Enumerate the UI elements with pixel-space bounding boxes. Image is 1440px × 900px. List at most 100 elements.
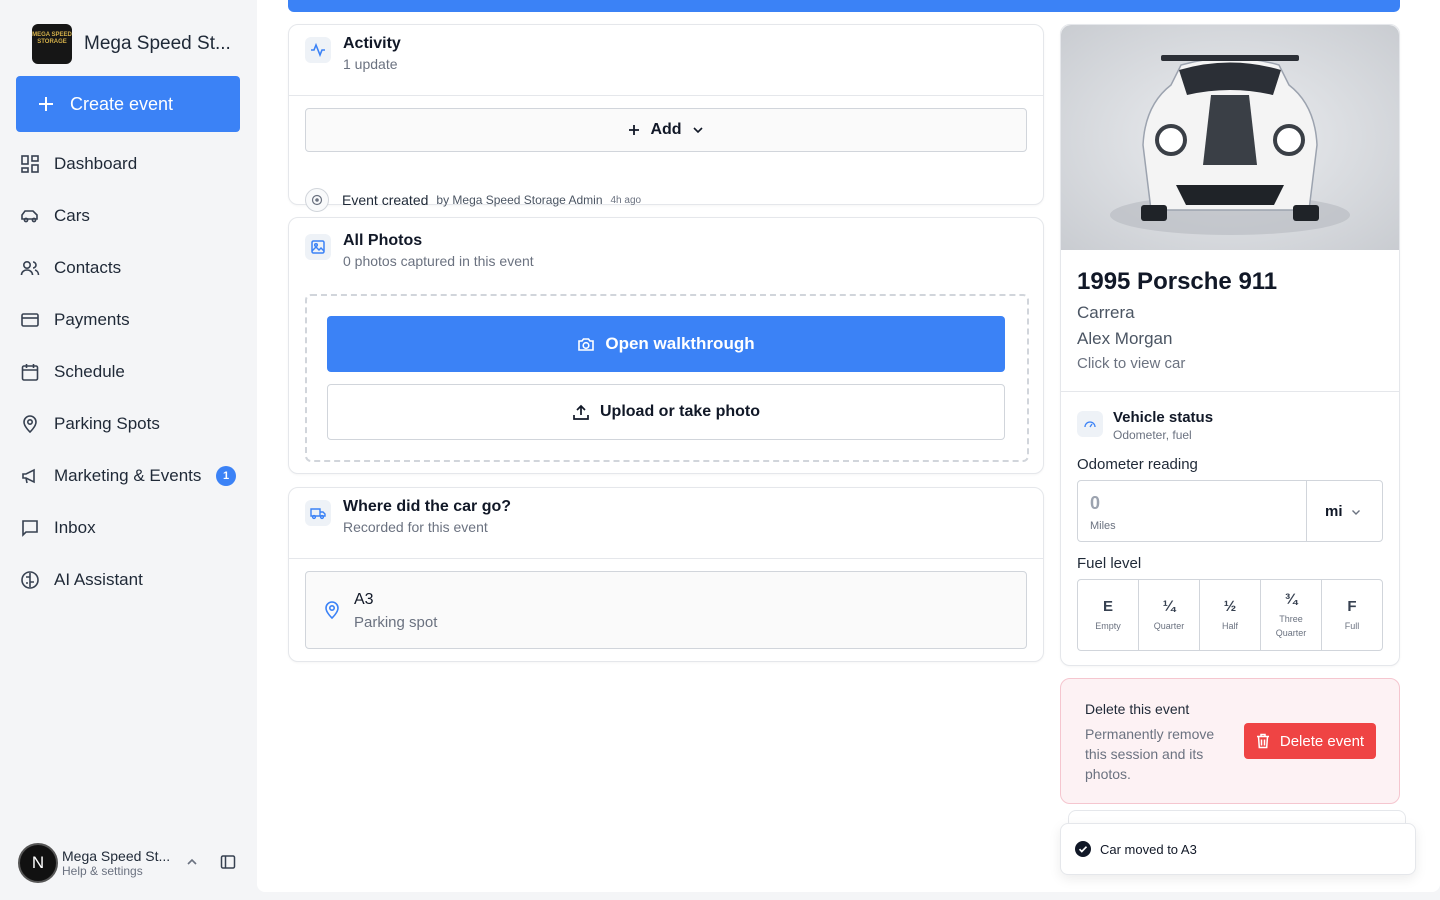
chevron-down-icon <box>692 127 703 134</box>
event-label: Event created <box>342 192 429 208</box>
sidebar-item-label: Marketing & Events <box>54 466 202 485</box>
upload-photo-button[interactable]: Upload or take photo <box>327 384 1005 440</box>
delete-event-button[interactable]: Delete event <box>1244 723 1376 759</box>
fuel-name: Empty <box>1095 620 1121 631</box>
delete-event-section: Delete this event Permanently remove thi… <box>1060 678 1400 804</box>
activity-event-row: Event created by Mega Speed Storage Admi… <box>305 188 641 212</box>
odometer-label: Odometer reading <box>1077 456 1198 473</box>
location-header: Where did the car go? Recorded for this … <box>305 498 511 535</box>
create-event-label: Create event <box>70 93 174 114</box>
user-name: Mega Speed St... <box>62 848 171 864</box>
message-square-icon <box>22 520 38 537</box>
fuel-option-quarter[interactable]: ¼ Quarter <box>1139 580 1200 650</box>
sidebar-item-label: Cars <box>54 206 90 225</box>
view-car-link[interactable]: Click to view car <box>1077 355 1185 372</box>
fuel-option-full[interactable]: F Full <box>1322 580 1382 650</box>
plus-icon <box>39 97 53 111</box>
user-info: Mega Speed St... Help & settings <box>62 848 174 878</box>
activity-icon <box>305 37 331 63</box>
activity-card: Activity 1 update Add Event created by M… <box>288 24 1044 212</box>
parking-spot-card[interactable]: A3 Parking spot <box>305 571 1027 649</box>
upload-label: Upload or take photo <box>600 403 760 420</box>
chevron-down-icon <box>1351 509 1360 515</box>
sidebar-item-inbox[interactable]: Inbox <box>16 502 240 554</box>
avatar: N <box>18 843 58 883</box>
fuel-name: Full <box>1344 620 1360 631</box>
delete-description: Permanently remove this session and its … <box>1085 726 1215 782</box>
user-menu[interactable]: N Mega Speed St... Help & settings <box>18 842 240 884</box>
fuel-option-empty[interactable]: E Empty <box>1078 580 1139 650</box>
divider <box>289 95 1043 96</box>
photos-header: All Photos 0 photos captured in this eve… <box>305 232 534 269</box>
sidebar-item-payments[interactable]: Payments <box>16 294 240 346</box>
calendar-icon <box>21 364 39 381</box>
sidebar-item-label: Contacts <box>54 258 122 277</box>
open-walkthrough-button[interactable]: Open walkthrough <box>327 316 1005 372</box>
location-card: Where did the car go? Recorded for this … <box>288 487 1044 662</box>
photos-subtitle: 0 photos captured in this event <box>343 253 534 269</box>
sidebar-item-contacts[interactable]: Contacts <box>16 242 240 294</box>
brand-name: Mega Speed St... <box>84 33 231 54</box>
credit-card-icon <box>21 313 39 327</box>
odometer-input[interactable]: 0 <box>1090 493 1100 514</box>
vehicle-status-header: Vehicle status Odometer, fuel <box>1077 409 1213 442</box>
truck-icon <box>305 500 331 526</box>
event-time: 4h ago <box>610 194 642 206</box>
odometer-field[interactable]: 0 Miles mi <box>1077 480 1383 542</box>
walkthrough-label: Open walkthrough <box>605 334 755 353</box>
fuel-label: Fuel level <box>1077 555 1142 572</box>
activity-header: Activity 1 update <box>305 35 401 72</box>
vehicle-status-title: Vehicle status <box>1113 409 1214 426</box>
sidebar-item-cars[interactable]: Cars <box>16 190 240 242</box>
unit-select[interactable]: mi <box>1325 503 1361 520</box>
sidebar: MEGA SPEED STORAGE Mega Speed St... Crea… <box>0 0 256 900</box>
top-banner[interactable] <box>288 0 1400 12</box>
divider <box>289 558 1043 559</box>
fuel-symbol: E <box>1102 597 1113 615</box>
upload-icon <box>573 404 589 420</box>
photos-title: All Photos <box>343 232 423 249</box>
brand-logo: MEGA SPEED STORAGE <box>32 24 72 64</box>
map-pin-icon <box>325 601 339 620</box>
add-dropdown-button[interactable]: Add <box>305 108 1027 152</box>
user-subtitle: Help & settings <box>62 864 143 878</box>
car-photo[interactable] <box>1061 25 1399 250</box>
fuel-level-selector: E Empty ¼ Quarter ½ Half ¾ Three Quarter… <box>1077 579 1383 651</box>
sidebar-item-label: Parking Spots <box>54 414 160 433</box>
photos-card: All Photos 0 photos captured in this eve… <box>288 217 1044 474</box>
divider <box>1061 391 1399 392</box>
image-icon <box>305 234 331 260</box>
sidebar-toggle-icon[interactable] <box>220 854 236 870</box>
chevron-up-icon[interactable] <box>186 856 198 868</box>
sidebar-item-label: AI Assistant <box>54 570 143 589</box>
brand[interactable]: MEGA SPEED STORAGE Mega Speed St... <box>32 24 232 64</box>
vehicle-status-subtitle: Odometer, fuel <box>1113 428 1192 442</box>
delete-title: Delete this event <box>1085 701 1190 717</box>
create-event-button[interactable]: Create event <box>16 76 240 132</box>
users-icon <box>20 260 40 276</box>
sidebar-item-marketing-events[interactable]: Marketing & Events 1 <box>16 450 240 502</box>
car-card: 1995 Porsche 911 Carrera Alex Morgan Cli… <box>1060 24 1400 666</box>
fuel-name: Quarter <box>1153 620 1185 631</box>
photo-dropzone[interactable]: Open walkthrough Upload or take photo <box>305 294 1029 462</box>
sidebar-item-ai-assistant[interactable]: AI Assistant <box>16 554 240 606</box>
sidebar-item-dashboard[interactable]: Dashboard <box>16 138 240 190</box>
trash-icon <box>1256 733 1269 749</box>
fuel-option-three-quarter[interactable]: ¾ Three Quarter <box>1261 580 1322 650</box>
sidebar-item-parking-spots[interactable]: Parking Spots <box>16 398 240 450</box>
toast-notification[interactable]: Car moved to A3 <box>1060 823 1416 875</box>
fuel-name: Half <box>1221 620 1238 631</box>
spot-name: A3 <box>354 591 374 608</box>
event-status-icon <box>305 188 329 212</box>
location-subtitle: Recorded for this event <box>343 519 488 535</box>
sidebar-item-schedule[interactable]: Schedule <box>16 346 240 398</box>
delete-label: Delete event <box>1279 732 1365 750</box>
sidebar-item-label: Schedule <box>54 362 125 381</box>
sidebar-nav: Dashboard Cars Contacts Payments Schedul… <box>16 138 240 606</box>
fuel-option-half[interactable]: ½ Half <box>1200 580 1261 650</box>
odometer-units-label: Miles <box>1090 520 1116 532</box>
map-pin-icon <box>23 415 37 434</box>
divider <box>1306 481 1307 541</box>
event-author: by Mega Speed Storage Admin <box>436 193 603 207</box>
unit-value: mi <box>1325 503 1343 520</box>
